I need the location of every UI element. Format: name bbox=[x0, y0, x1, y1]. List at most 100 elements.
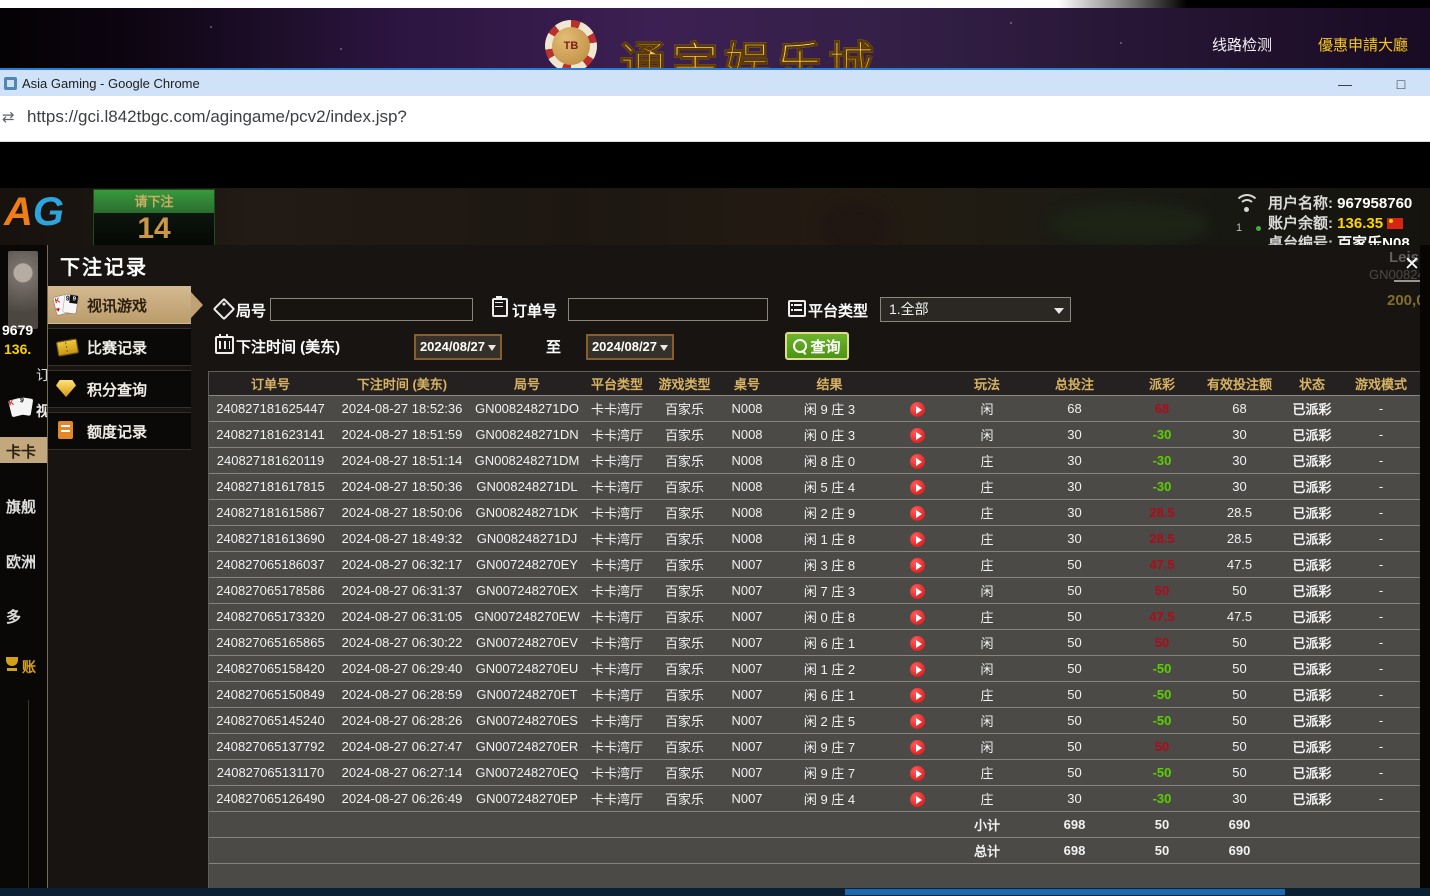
url-text[interactable]: https://gci.l842tbgc.com/agingame/pcv2/i… bbox=[27, 107, 407, 127]
casino-chip-logo-icon: TB bbox=[545, 20, 597, 68]
background-window-edge bbox=[0, 0, 1430, 8]
cell-total-bet: 30 bbox=[1022, 786, 1127, 812]
order-filter-label: 订单号 bbox=[512, 300, 557, 321]
empty-cell bbox=[882, 838, 952, 864]
cell-total-bet: 30 bbox=[1022, 526, 1127, 552]
cell-status: 已派彩 bbox=[1282, 474, 1342, 500]
horizontal-scrollbar[interactable] bbox=[0, 888, 1430, 896]
lobby-item[interactable]: 账 bbox=[22, 657, 36, 677]
table-row: 2408270651311702024-08-27 06:27:14GN0072… bbox=[209, 760, 1420, 786]
site-info-icon[interactable]: ⇄ bbox=[2, 108, 15, 126]
bet-records-modal: Leisl GN00824 200,00 下注记录 ✕ K♥99 视讯游戏 比赛… bbox=[47, 245, 1420, 888]
cell-status: 已派彩 bbox=[1282, 682, 1342, 708]
empty-cell bbox=[777, 812, 882, 838]
cell-bet-time: 2024-08-27 06:30:22 bbox=[332, 630, 472, 656]
play-video-icon[interactable] bbox=[910, 714, 925, 729]
cell-game-type: 百家乐 bbox=[652, 526, 717, 552]
cell-total-bet: 30 bbox=[1022, 474, 1127, 500]
cell-table-number: N008 bbox=[717, 500, 777, 526]
play-video-icon[interactable] bbox=[910, 454, 925, 469]
url-bar[interactable]: ⇄ https://gci.l842tbgc.com/agingame/pcv2… bbox=[0, 96, 1430, 142]
cell-valid-bet: 30 bbox=[1197, 422, 1282, 448]
platform-select[interactable]: 1.全部 bbox=[880, 297, 1071, 322]
play-video-icon[interactable] bbox=[910, 532, 925, 547]
cell-table-number: N007 bbox=[717, 760, 777, 786]
cell-payout: 47.5 bbox=[1127, 552, 1197, 578]
cell-game-type: 百家乐 bbox=[652, 734, 717, 760]
cell-order: 240827181620119 bbox=[209, 448, 332, 474]
play-video-icon[interactable] bbox=[910, 662, 925, 677]
sum-valid-bet: 690 bbox=[1197, 838, 1282, 864]
table-row: 2408270651860372024-08-27 06:32:17GN0072… bbox=[209, 552, 1420, 578]
play-video-icon[interactable] bbox=[910, 766, 925, 781]
cell-round: GN007248270EW bbox=[472, 604, 582, 630]
scrollbar-thumb[interactable] bbox=[845, 889, 1285, 895]
play-video-icon[interactable] bbox=[910, 792, 925, 807]
cell-result: 闲 9 庄 3 bbox=[777, 396, 882, 422]
username-label: 用户名称: bbox=[1268, 195, 1333, 212]
cell-bet-time: 2024-08-27 06:29:40 bbox=[332, 656, 472, 682]
play-video-icon[interactable] bbox=[910, 636, 925, 651]
cell-round: GN007248270EU bbox=[472, 656, 582, 682]
username-value: 967958760 bbox=[1337, 195, 1412, 212]
round-input[interactable] bbox=[270, 298, 473, 321]
tab-quota-records[interactable]: 额度记录 bbox=[48, 412, 191, 450]
play-video-icon[interactable] bbox=[910, 480, 925, 495]
cell-replay bbox=[882, 422, 952, 448]
cell-bet-time: 2024-08-27 06:27:14 bbox=[332, 760, 472, 786]
cell-game-mode: - bbox=[1342, 500, 1420, 526]
play-video-icon[interactable] bbox=[910, 610, 925, 625]
tab-points-query[interactable]: 积分查询 bbox=[48, 370, 191, 408]
tab-match-records[interactable]: 比赛记录 bbox=[48, 328, 191, 366]
cell-valid-bet: 50 bbox=[1197, 578, 1282, 604]
column-header: 局号 bbox=[472, 372, 582, 396]
order-input[interactable] bbox=[568, 298, 768, 321]
minimize-button[interactable]: — bbox=[1330, 73, 1360, 95]
cell-order: 240827181623141 bbox=[209, 422, 332, 448]
lobby-item[interactable]: 欧洲 bbox=[6, 551, 36, 572]
cell-status: 已派彩 bbox=[1282, 396, 1342, 422]
column-header: 下注时间 (美东) bbox=[332, 372, 472, 396]
line-check-link[interactable]: 线路检测 bbox=[1212, 37, 1272, 54]
play-video-icon[interactable] bbox=[910, 740, 925, 755]
column-header: 平台类型 bbox=[582, 372, 652, 396]
date-to-select[interactable]: 2024/08/27 bbox=[586, 334, 674, 360]
cell-game-mode: - bbox=[1342, 786, 1420, 812]
table-row: 2408270651785862024-08-27 06:31:37GN0072… bbox=[209, 578, 1420, 604]
tab-label: 视讯游戏 bbox=[87, 295, 147, 316]
play-video-icon[interactable] bbox=[910, 584, 925, 599]
network-signal-icon bbox=[1234, 194, 1260, 214]
empty-cell bbox=[472, 812, 582, 838]
cell-payout: 28.5 bbox=[1127, 500, 1197, 526]
play-video-icon[interactable] bbox=[910, 402, 925, 417]
cell-game-type: 百家乐 bbox=[652, 786, 717, 812]
cell-round: GN007248270ES bbox=[472, 708, 582, 734]
cell-round: GN007248270EX bbox=[472, 578, 582, 604]
total-row: 总计69850690 bbox=[209, 838, 1420, 864]
cell-game-type: 百家乐 bbox=[652, 578, 717, 604]
window-titlebar[interactable]: Asia Gaming - Google Chrome — □ bbox=[0, 68, 1430, 96]
play-video-icon[interactable] bbox=[910, 506, 925, 521]
play-video-icon[interactable] bbox=[910, 428, 925, 443]
cell-valid-bet: 28.5 bbox=[1197, 500, 1282, 526]
cell-result: 闲 2 庄 5 bbox=[777, 708, 882, 734]
cell-platform: 卡卡湾厅 bbox=[582, 630, 652, 656]
balance-label: 账户余额: bbox=[1268, 215, 1333, 232]
lobby-item[interactable]: 多 bbox=[6, 606, 21, 627]
window-title: Asia Gaming - Google Chrome bbox=[22, 76, 200, 91]
play-video-icon[interactable] bbox=[910, 688, 925, 703]
empty-cell bbox=[332, 812, 472, 838]
date-from-select[interactable]: 2024/08/27 bbox=[414, 334, 502, 360]
play-video-icon[interactable] bbox=[910, 558, 925, 573]
cell-payout: -50 bbox=[1127, 682, 1197, 708]
lobby-active-item[interactable]: 卡卡 bbox=[0, 437, 47, 463]
query-button[interactable]: 查询 bbox=[785, 332, 849, 360]
cell-bet-time: 2024-08-27 06:28:26 bbox=[332, 708, 472, 734]
cell-order: 240827065150849 bbox=[209, 682, 332, 708]
maximize-button[interactable]: □ bbox=[1386, 73, 1416, 95]
lobby-item[interactable]: 旗舰 bbox=[6, 496, 36, 517]
sum-valid-bet: 690 bbox=[1197, 812, 1282, 838]
cell-order: 240827065165865 bbox=[209, 630, 332, 656]
tab-video-games[interactable]: K♥99 视讯游戏 bbox=[48, 286, 191, 324]
promo-hall-link[interactable]: 優惠申請大廳 bbox=[1318, 37, 1408, 54]
